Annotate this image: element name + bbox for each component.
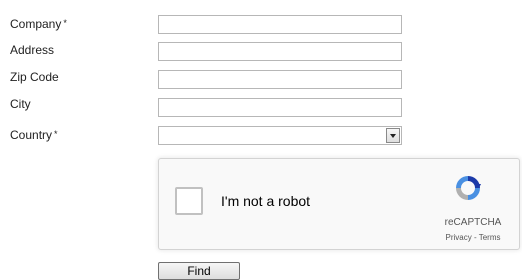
zip-code-input[interactable] bbox=[158, 70, 402, 89]
country-select[interactable] bbox=[158, 126, 402, 145]
zip-code-label: Zip Code bbox=[10, 70, 59, 84]
terms-link[interactable]: Terms bbox=[479, 233, 501, 242]
company-label-text: Company bbox=[10, 17, 62, 31]
privacy-link[interactable]: Privacy bbox=[446, 233, 472, 242]
recaptcha-brand: reCAPTCHA bbox=[444, 217, 502, 228]
company-label: Company * bbox=[10, 17, 67, 31]
address-label: Address bbox=[10, 43, 55, 57]
address-input[interactable] bbox=[158, 42, 402, 61]
country-label: Country * bbox=[10, 128, 58, 142]
recaptcha-widget: I'm not a robot reCAPTCHA Privacy - Term… bbox=[158, 158, 520, 250]
required-marker: * bbox=[63, 18, 67, 28]
required-marker: * bbox=[54, 129, 58, 139]
recaptcha-links: Privacy - Terms bbox=[429, 233, 517, 242]
country-label-text: Country bbox=[10, 128, 53, 142]
city-input[interactable] bbox=[158, 98, 402, 117]
find-button[interactable]: Find bbox=[158, 262, 240, 280]
company-input[interactable] bbox=[158, 15, 402, 34]
dropdown-button[interactable] bbox=[386, 128, 400, 143]
recaptcha-checkbox[interactable] bbox=[175, 187, 203, 215]
link-separator: - bbox=[471, 233, 479, 242]
recaptcha-label: I'm not a robot bbox=[221, 193, 311, 209]
recaptcha-logo-icon bbox=[456, 176, 481, 200]
city-label: City bbox=[10, 97, 31, 111]
chevron-down-icon bbox=[390, 134, 396, 138]
